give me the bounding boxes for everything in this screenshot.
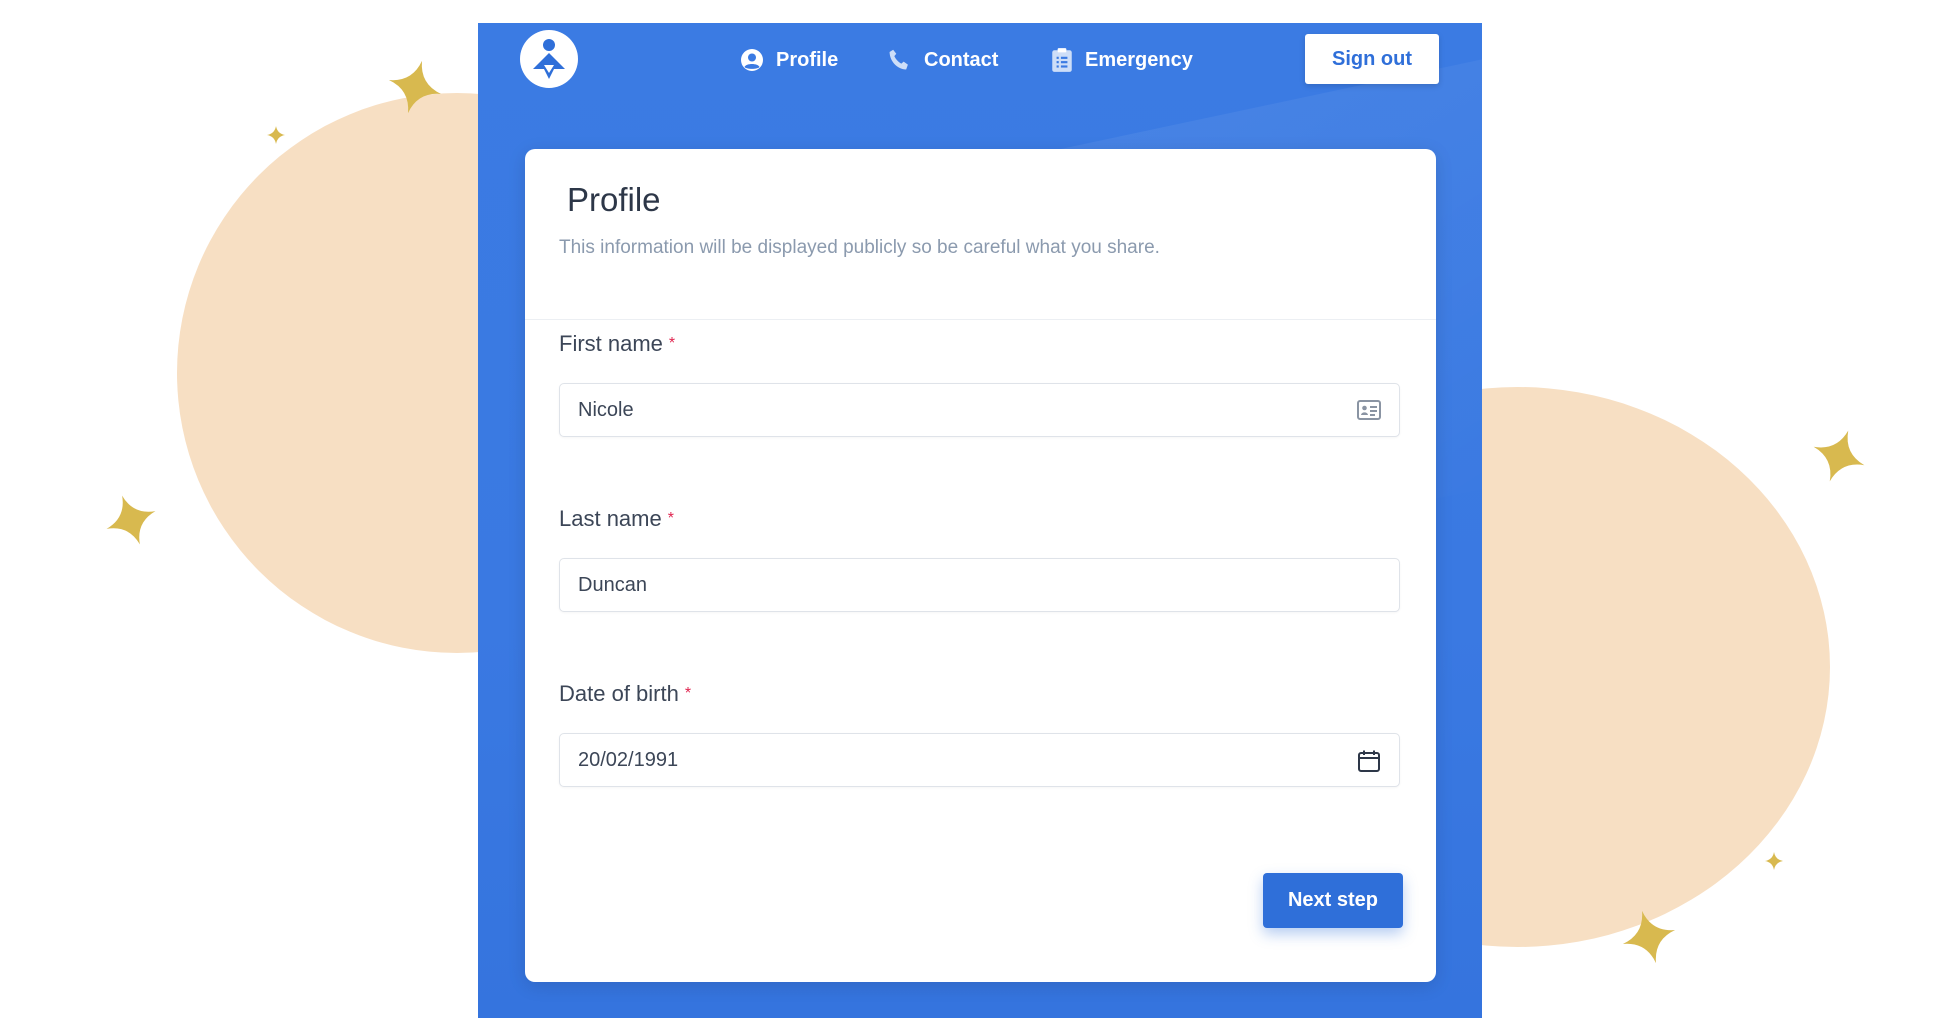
clipboard-icon <box>1052 48 1072 72</box>
last-name-input[interactable] <box>578 559 1338 611</box>
sparkle-icon <box>1813 430 1865 482</box>
date-of-birth-field[interactable] <box>559 733 1400 787</box>
calendar-icon[interactable] <box>1357 749 1381 773</box>
sparkle-icon <box>1765 852 1783 870</box>
last-name-label: Last name * <box>559 506 674 532</box>
page-title: Profile <box>567 181 661 218</box>
nav-item-label: Emergency <box>1085 48 1193 71</box>
sparkle-icon <box>106 495 156 545</box>
phone-icon <box>889 49 908 70</box>
date-of-birth-label: Date of birth * <box>559 681 691 707</box>
required-marker: * <box>667 510 674 527</box>
field-label-text: Date of birth <box>559 681 679 706</box>
nav-item-emergency[interactable]: Emergency <box>1051 45 1193 75</box>
sparkle-icon <box>388 60 442 114</box>
first-name-label: First name * <box>559 331 675 357</box>
nav-item-profile[interactable]: Profile <box>740 45 838 75</box>
sign-out-button[interactable]: Sign out <box>1305 34 1439 84</box>
top-navigation: Profile Contact Emergency Sign out <box>478 23 1482 101</box>
required-marker: * <box>684 685 692 702</box>
person-logo-icon[interactable] <box>520 30 578 88</box>
field-label-text: First name <box>559 331 663 356</box>
date-of-birth-input[interactable] <box>578 734 1338 786</box>
next-step-button[interactable]: Next step <box>1263 873 1403 928</box>
first-name-field[interactable] <box>559 383 1400 437</box>
profile-card: Profile This information will be display… <box>525 149 1436 982</box>
id-card-icon <box>1357 400 1381 420</box>
last-name-field[interactable] <box>559 558 1400 612</box>
required-marker: * <box>668 335 676 352</box>
nav-item-label: Contact <box>924 48 999 71</box>
sparkle-icon <box>267 126 285 144</box>
nav-item-label: Profile <box>776 48 839 71</box>
field-label-text: Last name <box>559 506 662 531</box>
page-subtitle: This information will be displayed publi… <box>559 237 1160 258</box>
nav-item-contact[interactable]: Contact <box>886 45 998 75</box>
first-name-input[interactable] <box>578 384 1338 436</box>
user-circle-icon <box>741 49 763 71</box>
app-window: Profile Contact Emergency Sign out Profi… <box>478 23 1482 1018</box>
sparkle-icon <box>1622 910 1676 964</box>
card-header: Profile This information will be display… <box>525 149 1436 320</box>
